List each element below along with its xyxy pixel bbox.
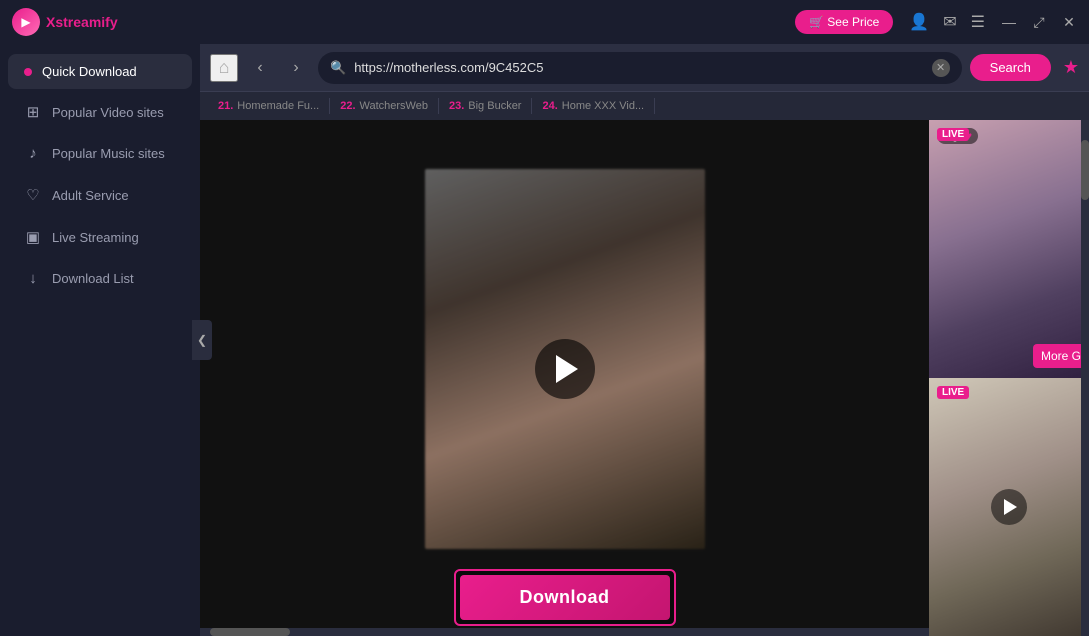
scrollbar-v-thumb[interactable] bbox=[1081, 140, 1089, 200]
mail-icon[interactable]: ✉ bbox=[943, 12, 956, 32]
sidebar-item-download-list[interactable]: ↓ Download List bbox=[8, 260, 192, 297]
active-dot bbox=[24, 68, 32, 76]
sidebar-item-label: Download List bbox=[52, 271, 134, 286]
browser-area: ⌂ ‹ › 🔍 ✕ Search ★ 21. Homemade Fu... 22… bbox=[200, 44, 1089, 636]
site-tab-1[interactable]: 21. Homemade Fu... bbox=[208, 98, 330, 114]
restore-button[interactable]: ⤢ bbox=[1031, 14, 1047, 31]
sidebar-item-label: Live Streaming bbox=[52, 230, 139, 245]
live-sidebar: fog- ♥ LIVE More G LIVE bbox=[929, 120, 1089, 636]
home-button[interactable]: ⌂ bbox=[210, 54, 238, 82]
tab-label: Big Bucker bbox=[468, 100, 521, 112]
close-button[interactable]: ✕ bbox=[1061, 14, 1077, 31]
live-card-1[interactable]: fog- ♥ LIVE More G bbox=[929, 120, 1089, 378]
heart-nav-icon: ♡ bbox=[24, 186, 42, 204]
window-controls: — ⤢ ✕ bbox=[1001, 14, 1077, 31]
site-tabs: 21. Homemade Fu... 22. WatchersWeb 23. B… bbox=[200, 92, 1089, 120]
titlebar-icons: 👤 ✉ ☰ bbox=[909, 12, 985, 32]
live-card-1-bg bbox=[929, 120, 1089, 378]
app-logo: ▶ Xstreamify bbox=[12, 8, 118, 36]
browser-toolbar: ⌂ ‹ › 🔍 ✕ Search ★ bbox=[200, 44, 1089, 92]
see-price-button[interactable]: 🛒 See Price bbox=[795, 10, 893, 34]
url-bar: 🔍 ✕ bbox=[318, 52, 962, 84]
download-section: Download bbox=[454, 569, 676, 626]
main-layout: Quick Download ⊞ Popular Video sites ♪ P… bbox=[0, 44, 1089, 636]
video-icon: ⊞ bbox=[24, 103, 42, 121]
site-tab-3[interactable]: 23. Big Bucker bbox=[439, 98, 533, 114]
sidebar: Quick Download ⊞ Popular Video sites ♪ P… bbox=[0, 44, 200, 636]
play-button-small[interactable] bbox=[991, 489, 1027, 525]
sidebar-item-popular-music[interactable]: ♪ Popular Music sites bbox=[8, 135, 192, 172]
download-list-icon: ↓ bbox=[24, 270, 42, 287]
stream-icon: ▣ bbox=[24, 228, 42, 246]
minimize-button[interactable]: — bbox=[1001, 14, 1017, 30]
sidebar-item-label: Popular Video sites bbox=[52, 105, 164, 120]
sidebar-item-label: Popular Music sites bbox=[52, 146, 165, 161]
scrollbar-h-thumb[interactable] bbox=[210, 628, 290, 636]
tab-num: 23. bbox=[449, 100, 464, 112]
tab-num: 24. bbox=[542, 100, 557, 112]
sidebar-item-label: Adult Service bbox=[52, 188, 129, 203]
music-icon: ♪ bbox=[24, 145, 42, 162]
app-name: Xstreamify bbox=[46, 14, 118, 30]
url-input[interactable] bbox=[354, 60, 923, 75]
horizontal-scrollbar[interactable] bbox=[200, 628, 929, 636]
site-tab-4[interactable]: 24. Home XXX Vid... bbox=[532, 98, 655, 114]
collapse-icon: ❮ bbox=[197, 333, 207, 347]
tab-label: Home XXX Vid... bbox=[562, 100, 644, 112]
play-triangle-small-icon bbox=[1004, 499, 1017, 515]
download-button[interactable]: Download bbox=[460, 575, 670, 620]
live-badge-2: LIVE bbox=[937, 386, 969, 399]
user-icon[interactable]: 👤 bbox=[909, 12, 929, 32]
tab-label: Homemade Fu... bbox=[237, 100, 319, 112]
download-button-wrapper: Download bbox=[454, 569, 676, 626]
tab-num: 22. bbox=[340, 100, 355, 112]
play-triangle-icon bbox=[556, 355, 578, 383]
forward-button[interactable]: › bbox=[282, 54, 310, 82]
sidebar-collapse-button[interactable]: ❮ bbox=[192, 320, 212, 360]
titlebar-left: ▶ Xstreamify bbox=[12, 8, 118, 36]
sidebar-item-quick-download[interactable]: Quick Download bbox=[8, 54, 192, 89]
menu-icon[interactable]: ☰ bbox=[971, 12, 985, 32]
url-search-icon: 🔍 bbox=[330, 60, 346, 76]
video-area: Download bbox=[200, 120, 929, 636]
logo-glyph: ▶ bbox=[21, 15, 30, 29]
live-badge-1: LIVE bbox=[937, 128, 969, 141]
tab-label: WatchersWeb bbox=[360, 100, 428, 112]
site-tab-2[interactable]: 22. WatchersWeb bbox=[330, 98, 439, 114]
play-button[interactable] bbox=[535, 339, 595, 399]
titlebar: ▶ Xstreamify 🛒 See Price 👤 ✉ ☰ — ⤢ ✕ bbox=[0, 0, 1089, 44]
tab-num: 21. bbox=[218, 100, 233, 112]
sidebar-item-live-streaming[interactable]: ▣ Live Streaming bbox=[8, 218, 192, 256]
sidebar-item-label: Quick Download bbox=[42, 64, 137, 79]
live-card-2[interactable]: LIVE bbox=[929, 378, 1089, 636]
sidebar-item-adult-service[interactable]: ♡ Adult Service bbox=[8, 176, 192, 214]
logo-icon: ▶ bbox=[12, 8, 40, 36]
browser-content: Download fog- ♥ LIVE More bbox=[200, 120, 1089, 636]
vertical-scrollbar[interactable] bbox=[1081, 120, 1089, 636]
search-button[interactable]: Search bbox=[970, 54, 1051, 81]
sidebar-item-popular-video[interactable]: ⊞ Popular Video sites bbox=[8, 93, 192, 131]
url-clear-button[interactable]: ✕ bbox=[932, 59, 950, 77]
bookmark-icon[interactable]: ★ bbox=[1063, 57, 1079, 78]
back-button[interactable]: ‹ bbox=[246, 54, 274, 82]
titlebar-right: 🛒 See Price 👤 ✉ ☰ — ⤢ ✕ bbox=[795, 10, 1077, 34]
